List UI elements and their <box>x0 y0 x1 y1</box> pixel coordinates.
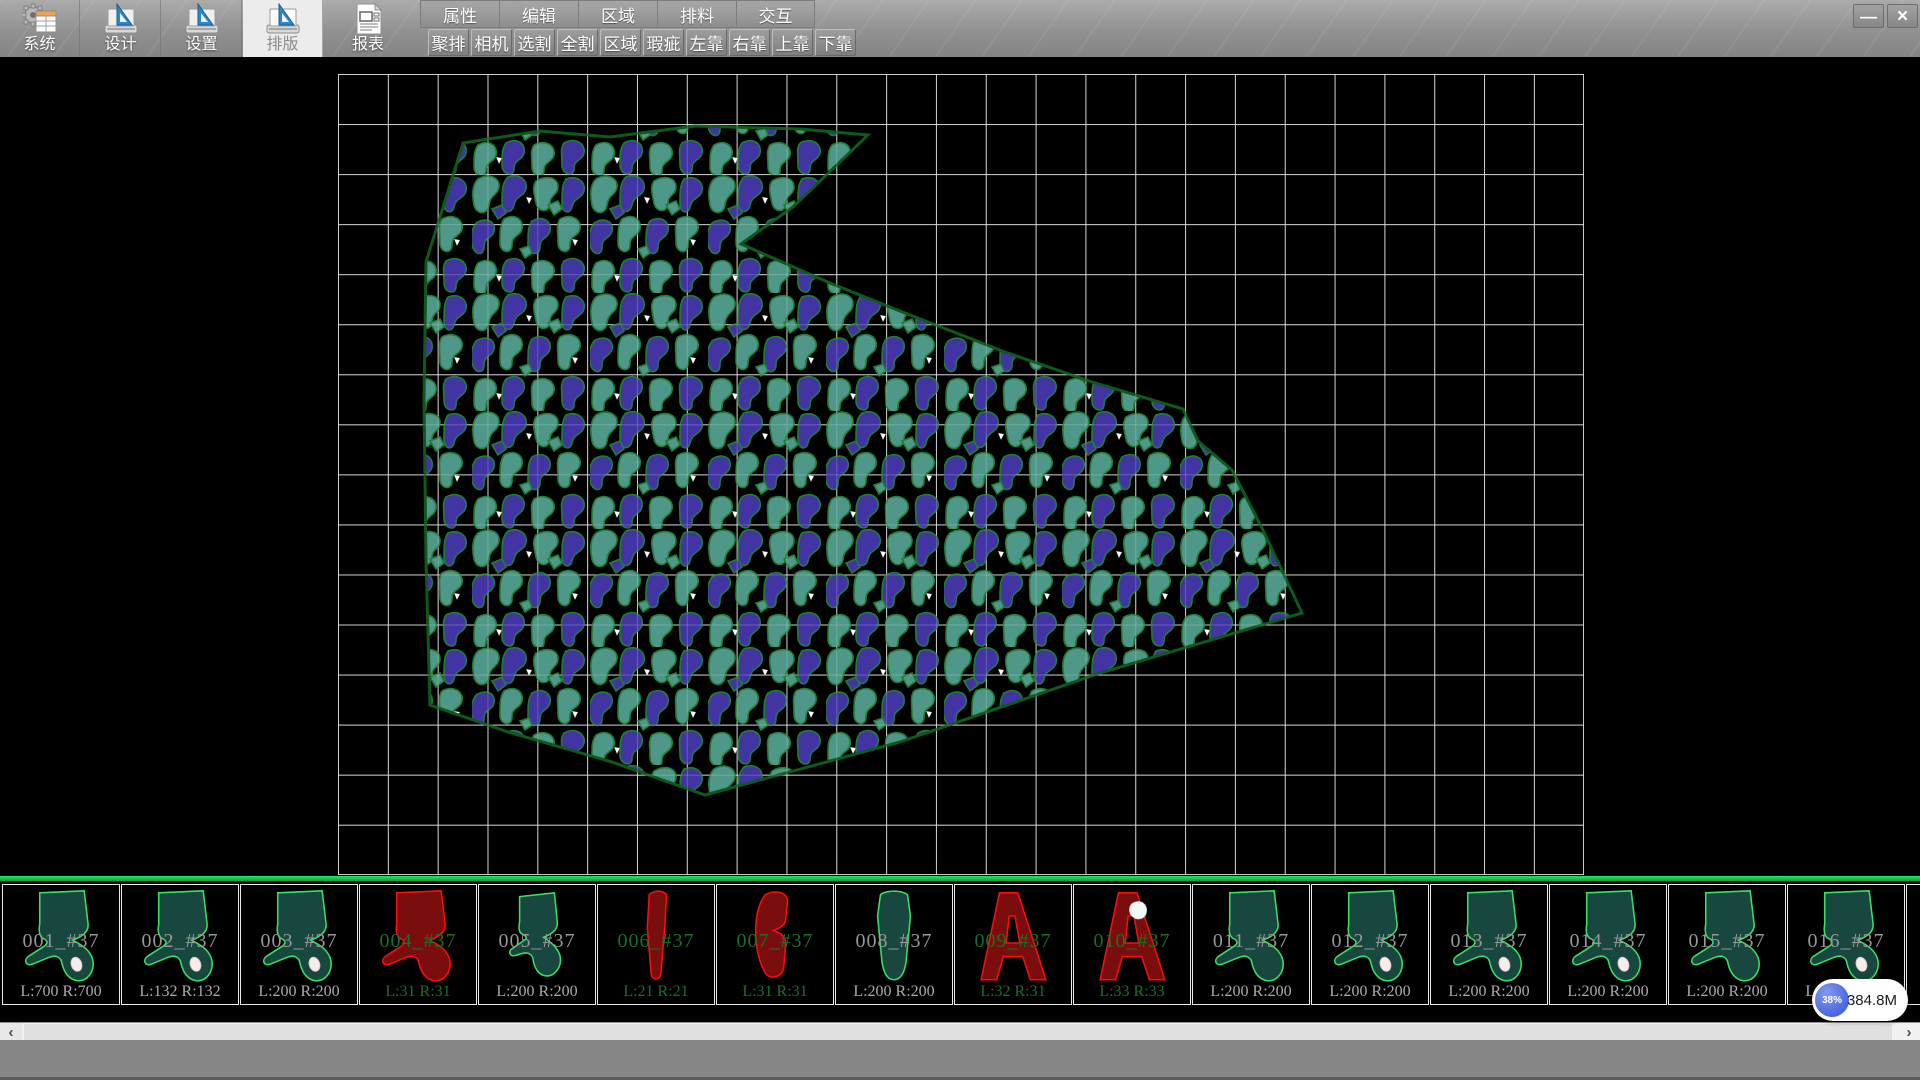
piece-thumbnail[interactable]: 011_#37 L:200 R:200 <box>1192 884 1310 1005</box>
piece-lr: L:200 R:200 <box>1193 983 1309 1001</box>
piece-lr: L:200 R:200 <box>1669 983 1785 1001</box>
piece-lr: L:200 R:200 <box>836 983 952 1001</box>
application-window: 系统 设计 设置 <box>0 0 1920 1080</box>
piece-lr: L:200 R:200 <box>1431 983 1547 1001</box>
tab-nesting-label: 排版 <box>266 36 298 54</box>
strip-separator <box>0 876 1920 881</box>
piece-thumbnail[interactable]: 013_#37 L:200 R:200 <box>1430 884 1548 1005</box>
system-icon <box>22 3 58 35</box>
piece-id: 014_#37 <box>1550 930 1666 953</box>
menu-edit[interactable]: 编辑 <box>499 0 578 28</box>
leather-hide-layout[interactable] <box>0 57 1920 877</box>
tab-system-label: 系统 <box>23 36 55 54</box>
piece-thumbnail[interactable]: 006_#37 L:21 R:21 <box>597 884 715 1005</box>
tool-cluster-nest[interactable]: 聚排 <box>428 29 469 56</box>
piece-thumbnail[interactable]: 010_#37 L:33 R:33 <box>1073 884 1191 1005</box>
tool-camera[interactable]: 相机 <box>471 29 512 56</box>
piece-thumbnail-strip: 001_#37 L:700 R:700 002_#37 L:132 R:132 00… <box>2 884 1920 1005</box>
toolbar: 系统 设计 设置 <box>0 0 1920 57</box>
progress-indicator: 38% <box>1815 983 1849 1017</box>
piece-thumbnail[interactable]: 017_#37 L:200 R:200 <box>1906 884 1920 1005</box>
piece-thumbnail[interactable]: 015_#37 L:200 R:200 <box>1668 884 1786 1005</box>
tool-bar: 聚排 相机 选割 全割 区域 瑕疵 左靠 右靠 上靠 下靠 <box>428 29 856 56</box>
piece-lr: L:200 R:200 <box>1907 983 1920 1001</box>
piece-id: 017_#37 <box>1907 930 1920 953</box>
piece-thumbnail[interactable]: 008_#37 L:200 R:200 <box>835 884 953 1005</box>
close-button[interactable]: × <box>1887 4 1918 28</box>
piece-lr: L:31 R:31 <box>717 983 833 1001</box>
piece-id: 001_#37 <box>3 930 119 953</box>
piece-id: 013_#37 <box>1431 930 1547 953</box>
piece-lr: L:200 R:200 <box>479 983 595 1001</box>
piece-lr: L:32 R:31 <box>955 983 1071 1001</box>
piece-lr: L:31 R:31 <box>360 983 476 1001</box>
piece-id: 015_#37 <box>1669 930 1785 953</box>
piece-id: 010_#37 <box>1074 930 1190 953</box>
scroll-right-arrow[interactable]: › <box>1898 1023 1920 1041</box>
nesting-icon <box>265 3 301 35</box>
scroll-left-arrow[interactable]: ‹ <box>0 1023 22 1041</box>
tool-defect[interactable]: 瑕疵 <box>643 29 684 56</box>
tab-report[interactable]: 报表 <box>330 0 406 57</box>
tab-nesting[interactable]: 排版 <box>243 0 323 57</box>
tool-align-top[interactable]: 上靠 <box>772 29 813 56</box>
tool-region[interactable]: 区域 <box>600 29 641 56</box>
menu-interaction[interactable]: 交互 <box>736 0 815 28</box>
minimize-button[interactable]: — <box>1853 4 1884 28</box>
piece-lr: L:33 R:33 <box>1074 983 1190 1001</box>
piece-thumbnail[interactable]: 002_#37 L:132 R:132 <box>121 884 239 1005</box>
menu-properties[interactable]: 属性 <box>420 0 499 28</box>
tab-system[interactable]: 系统 <box>0 0 80 57</box>
tool-align-bottom[interactable]: 下靠 <box>815 29 856 56</box>
piece-lr: L:200 R:200 <box>1312 983 1428 1001</box>
piece-id: 009_#37 <box>955 930 1071 953</box>
report-icon <box>350 3 386 35</box>
memory-usage: 384.8M <box>1847 979 1897 1021</box>
piece-thumbnail[interactable]: 014_#37 L:200 R:200 <box>1549 884 1667 1005</box>
settings-icon <box>184 3 220 35</box>
tool-align-left[interactable]: 左靠 <box>686 29 727 56</box>
piece-id: 006_#37 <box>598 930 714 953</box>
piece-id: 003_#37 <box>241 930 357 953</box>
piece-lr: L:200 R:200 <box>241 983 357 1001</box>
menu-bar: 属性 编辑 区域 排料 交互 <box>420 0 815 28</box>
piece-thumbnail[interactable]: 007_#37 L:31 R:31 <box>716 884 834 1005</box>
tab-settings[interactable]: 设置 <box>162 0 242 57</box>
scrollbar-thumb[interactable] <box>24 1024 1892 1040</box>
tool-cut-all[interactable]: 全割 <box>557 29 598 56</box>
piece-lr: L:200 R:200 <box>1550 983 1666 1001</box>
piece-id: 007_#37 <box>717 930 833 953</box>
piece-id: 004_#37 <box>360 930 476 953</box>
piece-lr: L:21 R:21 <box>598 983 714 1001</box>
piece-lr: L:700 R:700 <box>3 983 119 1001</box>
piece-thumbnail[interactable]: 004_#37 L:31 R:31 <box>359 884 477 1005</box>
piece-id: 008_#37 <box>836 930 952 953</box>
tool-align-right[interactable]: 右靠 <box>729 29 770 56</box>
horizontal-scrollbar[interactable]: ‹ › <box>0 1022 1920 1040</box>
piece-thumbnail[interactable]: 001_#37 L:700 R:700 <box>2 884 120 1005</box>
status-badge: 38% 384.8M <box>1812 979 1908 1021</box>
piece-lr: L:132 R:132 <box>122 983 238 1001</box>
piece-id: 012_#37 <box>1312 930 1428 953</box>
design-icon <box>103 3 139 35</box>
piece-thumbnail[interactable]: 009_#37 L:32 R:31 <box>954 884 1072 1005</box>
piece-id: 005_#37 <box>479 930 595 953</box>
hide-outline[interactable] <box>424 126 1302 795</box>
tab-design-label: 设计 <box>104 36 136 54</box>
menu-nesting[interactable]: 排料 <box>657 0 736 28</box>
nesting-canvas[interactable] <box>0 57 1920 877</box>
piece-id: 011_#37 <box>1193 930 1309 953</box>
tab-settings-label: 设置 <box>185 36 217 54</box>
piece-id: 002_#37 <box>122 930 238 953</box>
piece-thumbnail[interactable]: 003_#37 L:200 R:200 <box>240 884 358 1005</box>
tab-design[interactable]: 设计 <box>81 0 161 57</box>
piece-thumbnail[interactable]: 012_#37 L:200 R:200 <box>1311 884 1429 1005</box>
tool-select-cut[interactable]: 选割 <box>514 29 555 56</box>
piece-thumbnail[interactable]: 005_#37 L:200 R:200 <box>478 884 596 1005</box>
window-bottom-edge <box>0 1040 1920 1080</box>
menu-region[interactable]: 区域 <box>578 0 657 28</box>
piece-id: 016_#37 <box>1788 930 1904 953</box>
tab-report-label: 报表 <box>352 36 384 54</box>
